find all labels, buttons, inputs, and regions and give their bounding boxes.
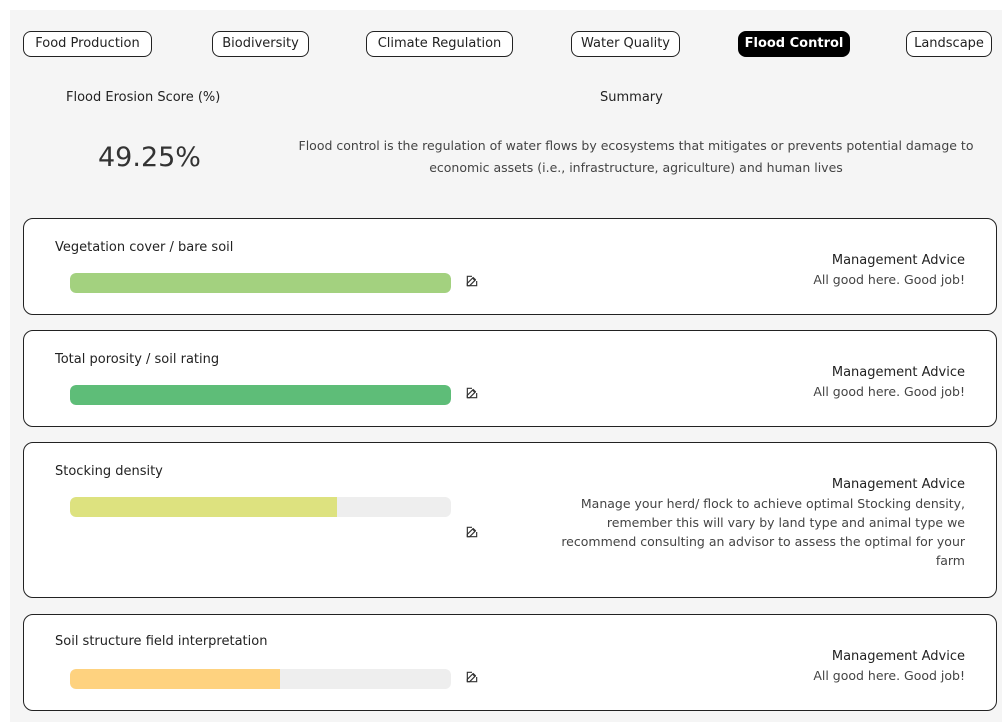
edit-icon[interactable] [465,386,479,400]
advice-title: Management Advice [831,365,965,380]
metric-title: Total porosity / soil rating [55,352,220,367]
summary-title: Summary [600,90,663,105]
metric-title: Stocking density [55,464,163,479]
tab-food-production[interactable]: Food Production [23,31,152,57]
tab-climate-regulation[interactable]: Climate Regulation [366,31,513,57]
advice-text: Manage your herd/ flock to achieve optim… [561,496,965,568]
edit-icon[interactable] [465,670,479,684]
management-advice: Management Advice All good here. Good jo… [813,251,965,289]
management-advice: Management Advice All good here. Good jo… [813,647,965,685]
progress-bar [70,273,451,293]
progress-bar-fill [70,273,451,293]
summary-text: Flood control is the regulation of water… [298,138,974,175]
metric-card-porosity: Total porosity / soil rating Management … [23,330,997,427]
advice-text: All good here. Good job! [813,668,965,683]
progress-bar-fill [70,497,337,517]
advice-text: All good here. Good job! [813,384,965,399]
progress-bar [70,385,451,405]
management-advice: Management Advice All good here. Good jo… [813,363,965,401]
metric-title: Vegetation cover / bare soil [55,240,234,255]
progress-bar-fill [70,669,280,689]
management-advice: Management Advice Manage your herd/ floc… [535,475,965,570]
edit-icon[interactable] [465,274,479,288]
score-value: 49.25% [98,142,201,173]
progress-bar-fill [70,385,451,405]
progress-bar [70,497,451,517]
metric-card-soil-structure: Soil structure field interpretation Mana… [23,614,997,711]
metric-card-stocking-density: Stocking density Management Advice Manag… [23,442,997,598]
advice-title: Management Advice [831,477,965,492]
advice-text: All good here. Good job! [813,272,965,287]
progress-bar [70,669,451,689]
edit-icon[interactable] [465,525,479,539]
metric-card-vegetation: Vegetation cover / bare soil Management … [23,218,997,315]
tab-landscape[interactable]: Landscape [906,31,992,57]
score-label: Flood Erosion Score (%) [66,90,221,105]
tab-biodiversity[interactable]: Biodiversity [212,31,309,57]
tab-water-quality[interactable]: Water Quality [571,31,680,57]
advice-title: Management Advice [831,253,965,268]
advice-title: Management Advice [831,649,965,664]
tab-flood-control[interactable]: Flood Control [738,31,850,57]
metric-title: Soil structure field interpretation [55,634,268,649]
